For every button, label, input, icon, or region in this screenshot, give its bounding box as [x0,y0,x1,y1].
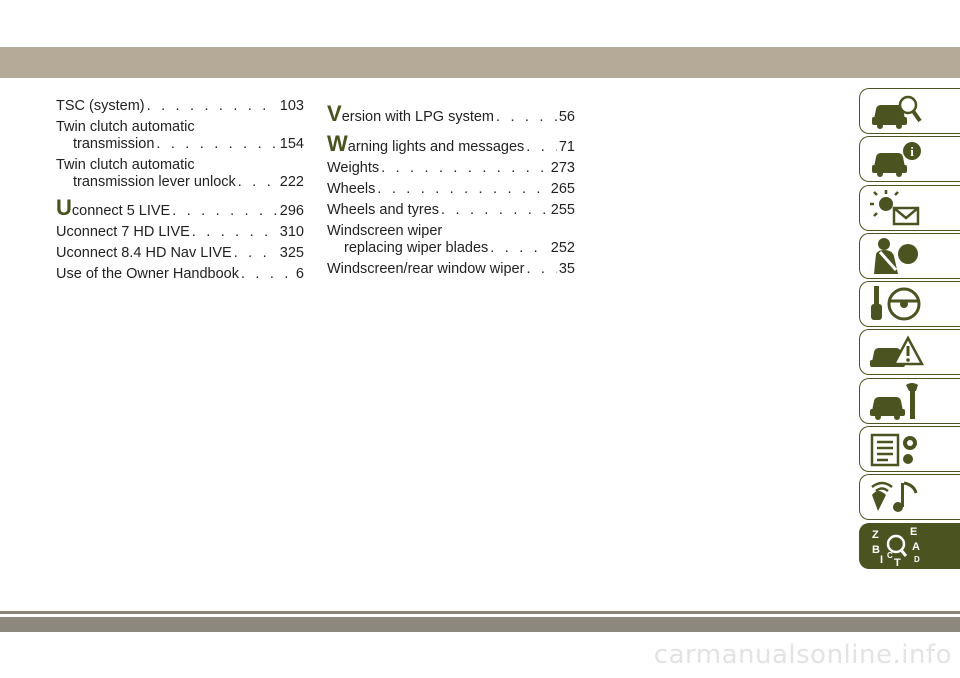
svg-text:T: T [894,557,901,566]
page-number: 310 [279,224,304,240]
index-entry: Warning lights and messages. . . . . . .… [327,131,575,156]
index-column-left: TSC (system). . . . . . . . . . . . . . … [56,98,304,283]
page-number: 154 [279,136,304,152]
car-crash-warning-icon [870,335,924,368]
svg-text:A: A [912,541,920,553]
page-number: 265 [550,181,575,197]
footer-line [0,611,960,614]
page-number: 6 [295,266,304,282]
footer-bar [0,617,960,632]
index-entry: Wheels. . . . . . . . . . . . . . . . . … [327,181,575,197]
header-bar [0,47,960,78]
tab-servicing[interactable] [859,377,960,424]
svg-text:D: D [914,555,920,564]
tab-warning-lights[interactable] [859,184,960,231]
index-entry: Windscreen wiper replacing wiper blades.… [327,223,575,256]
index-entry: TSC (system). . . . . . . . . . . . . . … [56,98,304,114]
page-number: 273 [550,160,575,176]
car-info-icon: i [872,142,921,178]
svg-text:Z: Z [872,529,879,541]
chapter-tabs: i Z E B A I C D T [859,88,960,571]
svg-text:C: C [887,551,893,560]
index-entry: Uconnect 8.4 HD Nav LIVE. . . . . . . . … [56,245,304,261]
svg-text:E: E [910,526,917,538]
car-search-icon [872,95,922,129]
tab-safety[interactable] [859,232,960,279]
airbag-seatbelt-icon [874,237,918,274]
index-entry: Use of the Owner Handbook. . . . . . . .… [56,266,304,282]
index-entry: Windscreen/rear window wiper. . . . . . … [327,261,575,277]
tab-emergency[interactable] [859,329,960,376]
index-column-middle: Version with LPG system. . . . . . . . .… [327,101,575,278]
page-number: 71 [558,139,575,155]
svg-text:i: i [910,144,914,159]
index-entry: Twin clutch automatic transmission lever… [56,157,304,190]
specs-gear-icon [870,433,917,467]
page-number: 56 [558,109,575,125]
page-number: 103 [279,98,304,114]
section-letter: U [56,195,72,220]
watermark: carmanualsonline.info [653,640,952,670]
tab-multimedia[interactable] [859,474,960,521]
svg-text:I: I [880,554,883,566]
page-number: 252 [550,240,575,256]
tab-car-info[interactable]: i [859,136,960,183]
svg-text:B: B [872,544,880,556]
page-number: 325 [279,245,304,261]
section-letter: V [327,101,342,126]
index-entry: Weights. . . . . . . . . . . . . . . . .… [327,160,575,176]
tab-car-search[interactable] [859,88,960,134]
section-letter: W [327,131,348,156]
index-az-icon: Z E B A I C D T [872,526,920,566]
index-entry: Uconnect 7 HD LIVE. . . . . . . . . . . … [56,224,304,240]
tab-starting-driving[interactable] [859,281,960,328]
page-number: 35 [558,261,575,277]
page-number: 222 [279,174,304,190]
index-entry: Twin clutch automatic transmission. . . … [56,119,304,152]
multimedia-icon [871,481,918,513]
tab-index[interactable]: Z E B A I C D T [859,522,960,569]
warning-light-message-icon [870,189,920,225]
key-steering-icon [871,286,921,321]
car-wrench-icon [870,382,918,420]
page-number: 296 [279,203,304,219]
index-entry: Wheels and tyres. . . . . . . . . . . . … [327,202,575,218]
page-number: 255 [550,202,575,218]
index-entry: Version with LPG system. . . . . . . . .… [327,101,575,126]
tab-technical-specs[interactable] [859,426,960,473]
index-entry: Uconnect 5 LIVE. . . . . . . . . . . . .… [56,195,304,220]
